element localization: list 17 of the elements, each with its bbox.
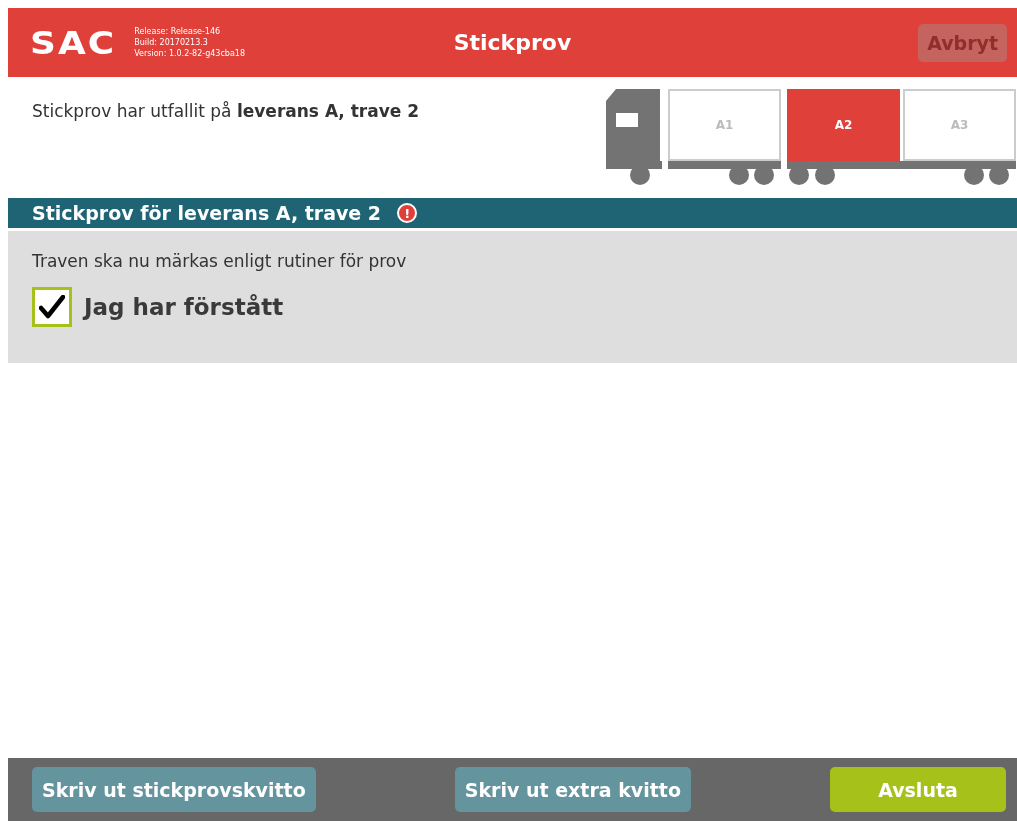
alert-icon: ! — [397, 203, 418, 223]
print-button[interactable]: Skriv ut extra kvitto — [454, 767, 691, 812]
compartment[interactable]: A2 — [787, 89, 900, 161]
sample-notice: Stickprov har utfallit på leverans A, trave 2 — [31, 100, 420, 123]
compartment[interactable]: A1 — [668, 89, 781, 161]
compartment[interactable]: A3 — [903, 89, 1016, 161]
finish-button[interactable]: Avsluta — [830, 767, 1006, 812]
instruction-text: Traven ska nu märkas enligt rutiner för prov — [32, 251, 408, 271]
checkbox-label: Jag har förstått — [84, 294, 284, 320]
version-info-text: Version: 1.0.2-82-g43cba18 — [134, 48, 245, 59]
print-button[interactable]: Skriv ut stickprovskvitto — [32, 767, 316, 812]
confirm-checkbox[interactable] — [32, 287, 72, 327]
page-title: Stickprov — [453, 30, 572, 55]
section-title: Stickprov för leverans A, trave 2 — [32, 202, 382, 224]
version-info-text: Release: Release-146 — [134, 26, 222, 37]
logo: SAC — [30, 26, 117, 59]
version-info-text: Build: 20170213.3 — [134, 37, 209, 48]
